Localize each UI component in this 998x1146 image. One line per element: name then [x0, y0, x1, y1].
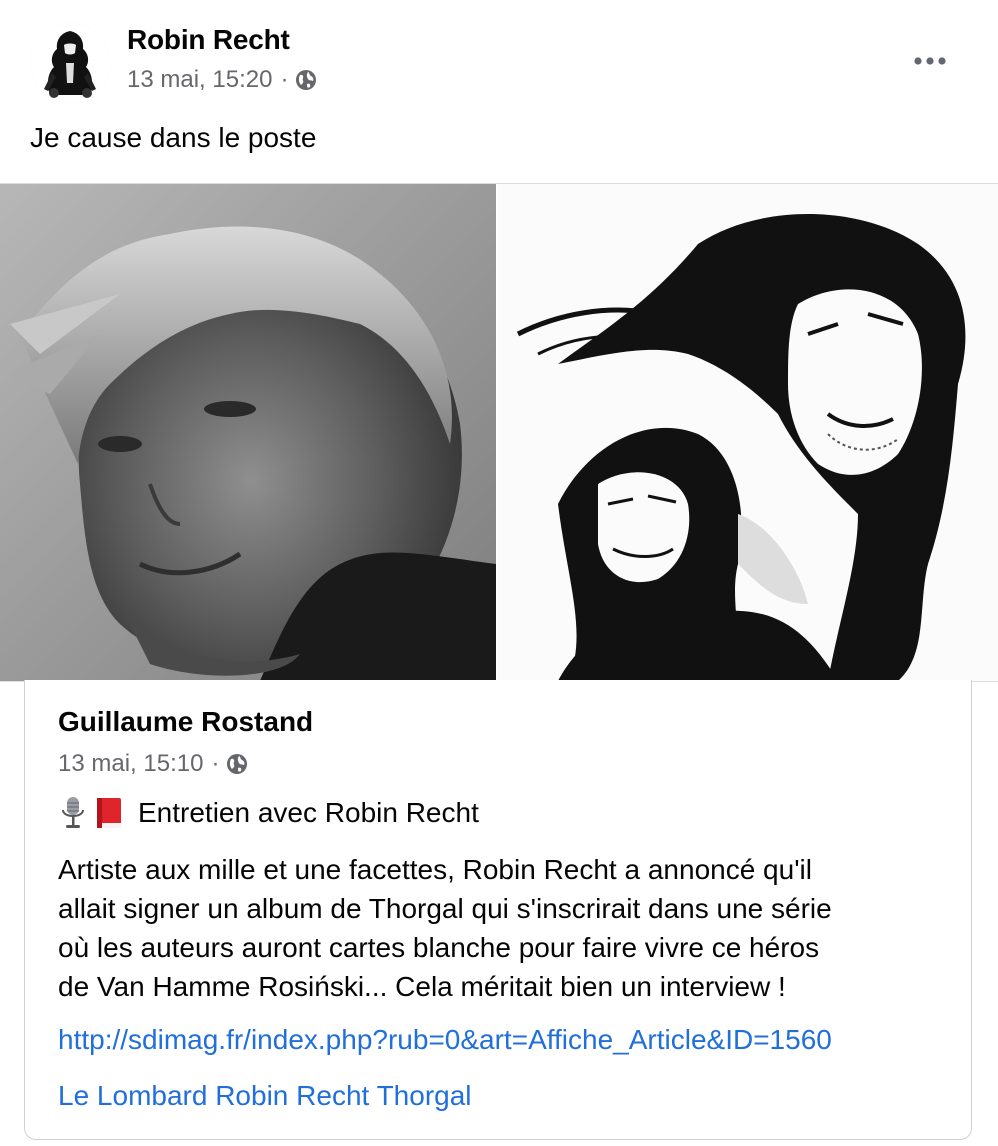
shared-body-text: Artiste aux mille et une facettes, Robin… [58, 850, 938, 1006]
post-meta: 13 mai, 15:20 · [127, 66, 318, 94]
shared-author-name[interactable]: Guillaume Rostand [58, 706, 313, 738]
post-text: Je cause dans le poste [30, 122, 317, 153]
shared-headline: Entretien avec Robin Recht [58, 796, 479, 830]
body-line: allait signer un album de Thorgal qui s'… [58, 893, 832, 924]
headline-text: Entretien avec Robin Recht [138, 797, 479, 828]
more-options-button[interactable] [905, 44, 955, 78]
portrait-photo[interactable] [0, 184, 496, 681]
meta-separator: · [211, 750, 220, 777]
more-options-icon [914, 57, 946, 65]
author-avatar[interactable] [30, 23, 110, 103]
author-name[interactable]: Robin Recht [127, 24, 290, 56]
post-timestamp[interactable]: 13 mai, 15:20 [127, 66, 272, 94]
photo-grid [0, 183, 998, 682]
shared-post-meta: 13 mai, 15:10 · [58, 750, 249, 778]
body-line: de Van Hamme Rosiński... Cela méritait b… [58, 971, 786, 1002]
meta-separator: · [280, 66, 289, 93]
globe-icon[interactable] [225, 752, 249, 776]
shared-timestamp[interactable]: 13 mai, 15:10 [58, 750, 203, 778]
body-line: Artiste aux mille et une facettes, Robin… [58, 854, 812, 885]
facebook-post: Robin Recht 13 mai, 15:20 · Je cause dan… [0, 0, 998, 1146]
article-link[interactable]: http://sdimag.fr/index.php?rub=0&art=Aff… [58, 1024, 832, 1056]
globe-icon[interactable] [294, 68, 318, 92]
tags-link[interactable]: Le Lombard Robin Recht Thorgal [58, 1080, 472, 1112]
red-book-icon [94, 796, 124, 830]
microphone-icon [58, 796, 88, 830]
shared-post-card[interactable]: Guillaume Rostand 13 mai, 15:10 · Entret… [24, 680, 972, 1140]
body-line: où les auteurs auront cartes blanche pou… [58, 932, 820, 963]
illustration-photo[interactable] [498, 184, 998, 681]
